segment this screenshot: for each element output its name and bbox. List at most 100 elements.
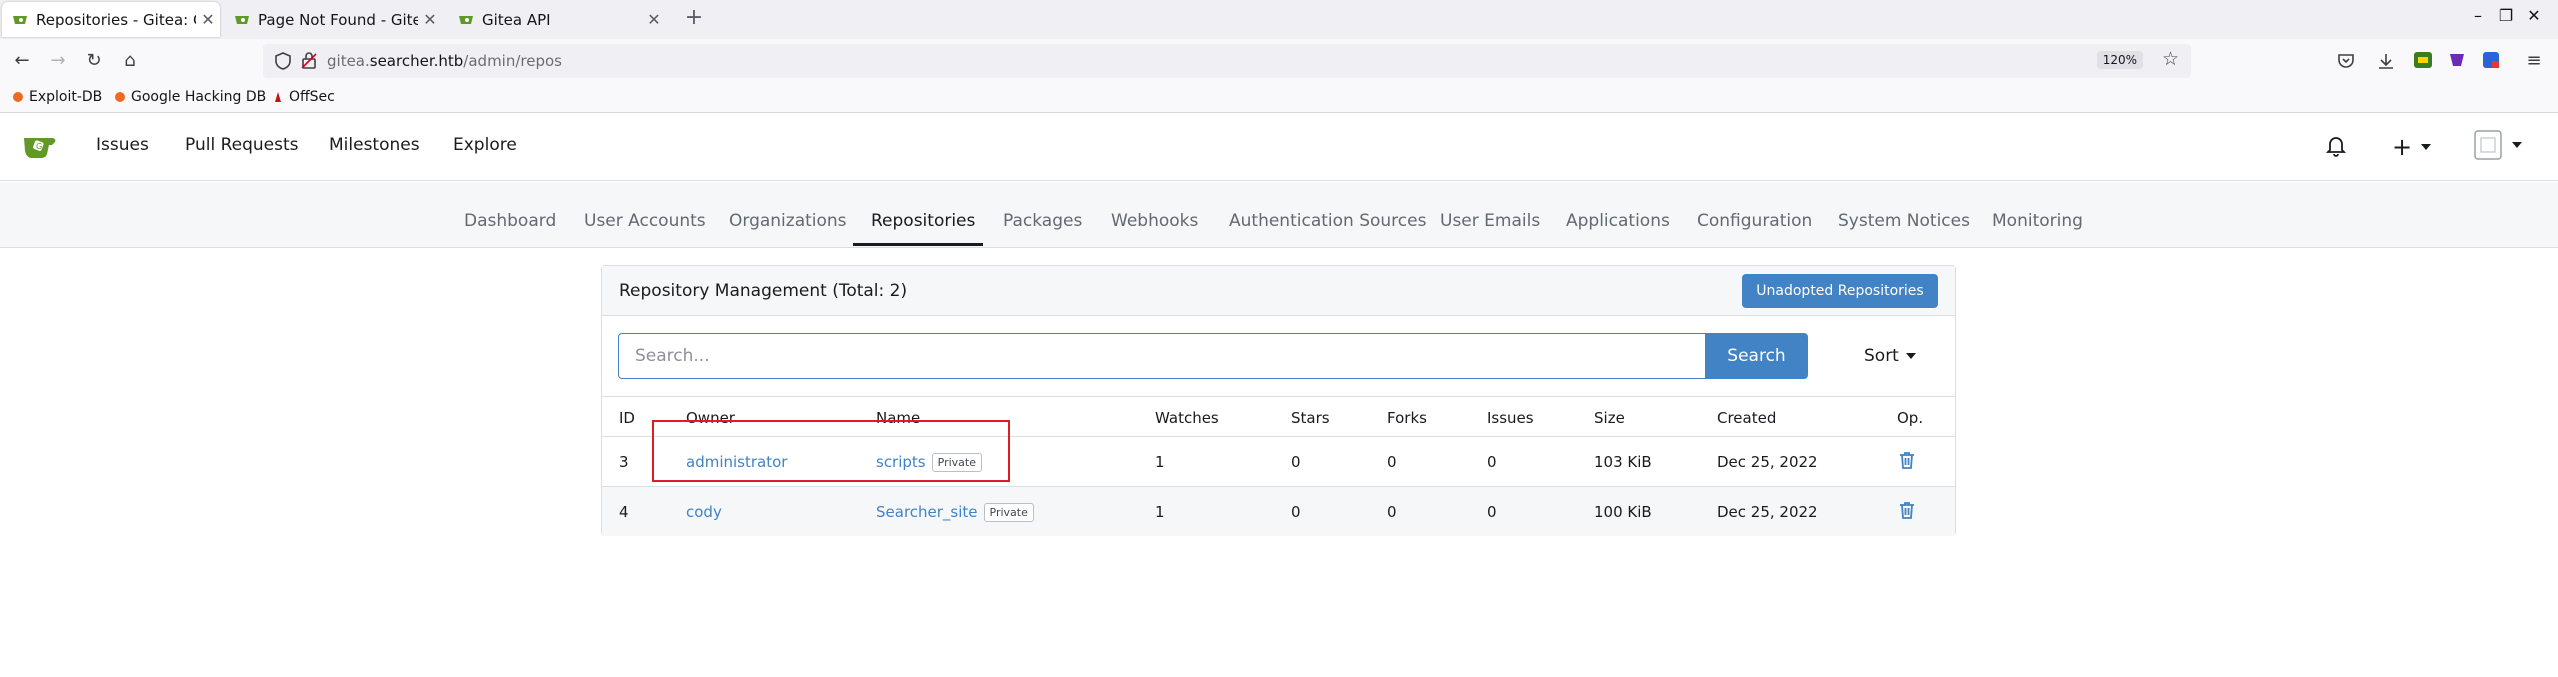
bookmark-favicon-icon — [275, 92, 281, 102]
tab-webhooks[interactable]: Webhooks — [1111, 211, 1198, 231]
owner-link[interactable]: cody — [686, 503, 722, 521]
url-text: gitea.searcher.htb/admin/repos — [327, 52, 562, 70]
page-info-icon[interactable] — [299, 51, 319, 71]
zoom-level[interactable]: 120% — [2096, 51, 2143, 69]
create-menu[interactable]: + — [2392, 133, 2432, 161]
gitea-favicon-icon — [459, 15, 473, 24]
bookmark-favicon-icon — [13, 92, 23, 102]
avatar — [2474, 130, 2502, 160]
table-row: 4 cody Searcher_site Private 1 0 0 0 100 … — [602, 486, 1955, 536]
repo-issues: 0 — [1487, 453, 1497, 471]
bookmark-item[interactable]: OffSec — [272, 89, 335, 105]
tab-user-accounts[interactable]: User Accounts — [584, 211, 706, 231]
tab-system-notices[interactable]: System Notices — [1838, 211, 1970, 231]
repo-owner: cody — [686, 503, 722, 521]
tab-dashboard[interactable]: Dashboard — [464, 211, 556, 231]
svg-text:G: G — [36, 142, 42, 151]
user-menu[interactable] — [2474, 130, 2522, 160]
url-bar[interactable]: gitea.searcher.htb/admin/repos 120% ☆ — [263, 44, 2191, 78]
tab-close-icon[interactable]: ✕ — [418, 10, 442, 29]
tab-applications[interactable]: Applications — [1566, 211, 1670, 231]
plus-icon: + — [2392, 133, 2413, 161]
column-header: Op. — [1897, 409, 1924, 427]
repo-created: Dec 25, 2022 — [1717, 453, 1818, 471]
column-header[interactable]: Stars — [1291, 409, 1330, 427]
tab-packages[interactable]: Packages — [1003, 211, 1082, 231]
browser-tab-bar: Repositories - Gitea: Git w ✕ Page Not F… — [0, 0, 2558, 39]
tab-configuration[interactable]: Configuration — [1697, 211, 1812, 231]
unadopted-repositories-button[interactable]: Unadopted Repositories — [1742, 274, 1938, 308]
bookmark-item[interactable]: Google Hacking DB — [114, 89, 266, 105]
browser-nav-bar: ← → ↻ ⌂ gitea.searcher.htb/admin/repos 1… — [0, 39, 2558, 83]
nav-explore[interactable]: Explore — [453, 135, 517, 155]
new-tab-icon[interactable]: + — [682, 6, 706, 30]
repo-size: 103 KiB — [1594, 453, 1652, 471]
annotation-highlight-box — [652, 420, 1010, 482]
bookmark-item[interactable]: Exploit-DB — [12, 89, 102, 105]
extension-icon[interactable] — [2480, 49, 2502, 71]
tab-title: Page Not Found - Gitea: G — [258, 10, 418, 29]
sort-dropdown[interactable]: Sort — [1864, 346, 1916, 366]
tab-authentication-sources[interactable]: Authentication Sources — [1229, 211, 1426, 231]
panel-header: Repository Management (Total: 2) Unadopt… — [602, 266, 1955, 316]
gitea-logo-icon[interactable]: G — [22, 131, 58, 161]
browser-tab[interactable]: Gitea API ✕ — [448, 2, 666, 37]
extension-icon[interactable] — [2412, 49, 2434, 71]
repo-stars: 0 — [1291, 503, 1301, 521]
nav-issues[interactable]: Issues — [96, 135, 149, 155]
repo-issues: 0 — [1487, 503, 1497, 521]
column-header[interactable]: Watches — [1155, 409, 1219, 427]
tab-title: Repositories - Gitea: Git w — [36, 10, 196, 29]
extension-icon[interactable] — [2446, 49, 2468, 71]
trash-icon[interactable] — [1898, 500, 1916, 520]
menu-icon[interactable]: ≡ — [2522, 49, 2546, 73]
column-header[interactable]: Issues — [1487, 409, 1534, 427]
download-icon[interactable] — [2376, 51, 2396, 71]
column-header[interactable]: Created — [1717, 409, 1776, 427]
chevron-down-icon — [1905, 353, 1916, 359]
browser-tab[interactable]: Page Not Found - Gitea: G ✕ — [224, 2, 442, 37]
tab-monitoring[interactable]: Monitoring — [1992, 211, 2083, 231]
repo-watches: 1 — [1155, 503, 1165, 521]
bell-icon[interactable] — [2326, 135, 2346, 157]
maximize-icon[interactable]: ❐ — [2494, 6, 2518, 25]
repo-size: 100 KiB — [1594, 503, 1652, 521]
gitea-favicon-icon — [13, 15, 27, 24]
repo-link[interactable]: Searcher_site — [876, 503, 978, 521]
close-window-icon[interactable]: ✕ — [2522, 6, 2546, 25]
bookmarks-bar: Exploit-DB Google Hacking DB OffSec — [0, 83, 2558, 113]
chevron-down-icon — [2512, 142, 2522, 148]
tab-organizations[interactable]: Organizations — [729, 211, 847, 231]
column-header[interactable]: Size — [1594, 409, 1625, 427]
pocket-icon[interactable] — [2336, 51, 2356, 71]
tab-close-icon[interactable]: ✕ — [196, 10, 220, 29]
shield-icon[interactable] — [273, 51, 293, 71]
gitea-favicon-icon — [235, 15, 249, 24]
tab-close-icon[interactable]: ✕ — [642, 10, 666, 29]
repo-name: Searcher_site Private — [876, 503, 1034, 522]
home-icon[interactable]: ⌂ — [118, 49, 142, 73]
forward-icon[interactable]: → — [46, 49, 70, 73]
private-badge: Private — [983, 503, 1034, 522]
nav-milestones[interactable]: Milestones — [329, 135, 420, 155]
chevron-down-icon — [2421, 144, 2432, 150]
tab-user-emails[interactable]: User Emails — [1440, 211, 1540, 231]
back-icon[interactable]: ← — [10, 49, 34, 73]
bookmark-label: Exploit-DB — [29, 89, 103, 105]
panel-title: Repository Management (Total: 2) — [619, 281, 908, 301]
repo-stars: 0 — [1291, 453, 1301, 471]
column-header[interactable]: Forks — [1387, 409, 1427, 427]
tab-repositories[interactable]: Repositories — [871, 211, 975, 231]
minimize-icon[interactable]: – — [2466, 6, 2490, 25]
browser-tab[interactable]: Repositories - Gitea: Git w ✕ — [2, 2, 220, 37]
nav-pull-requests[interactable]: Pull Requests — [185, 135, 299, 155]
trash-icon[interactable] — [1898, 450, 1916, 470]
column-header[interactable]: ID — [619, 409, 635, 427]
bookmark-star-icon[interactable]: ☆ — [2162, 48, 2179, 70]
search-input[interactable] — [618, 333, 1705, 379]
sort-label: Sort — [1864, 346, 1899, 366]
reload-icon[interactable]: ↻ — [82, 49, 106, 73]
repository-management-panel: Repository Management (Total: 2) Unadopt… — [601, 265, 1956, 536]
repo-watches: 1 — [1155, 453, 1165, 471]
search-button[interactable]: Search — [1705, 333, 1808, 379]
